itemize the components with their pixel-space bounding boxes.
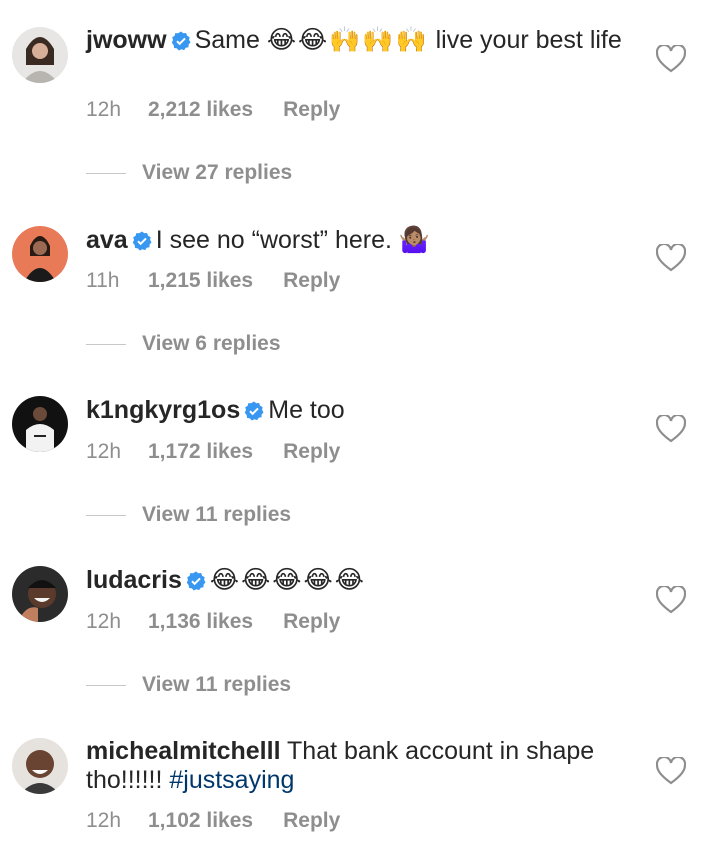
avatar-k1ngkyrg1os[interactable] xyxy=(12,396,68,452)
reply-button[interactable]: Reply xyxy=(283,440,340,464)
timestamp[interactable]: 12h xyxy=(86,610,148,634)
view-replies-button[interactable]: View 11 replies xyxy=(86,503,291,527)
comment-text: michealmitchelll That bank account in sh… xyxy=(86,737,646,795)
verified-badge-icon xyxy=(186,569,206,591)
likes-count[interactable]: 1,136 likes xyxy=(148,610,253,634)
timestamp[interactable]: 12h xyxy=(86,98,148,122)
emoji-group: 😂😂😂😂😂 xyxy=(209,566,366,594)
comment-meta: 12h 1,102 likes Reply xyxy=(86,809,340,833)
divider-line xyxy=(86,172,126,174)
comment-meta: 12h 2,212 likes Reply xyxy=(86,98,340,122)
view-replies-button[interactable]: View 6 replies xyxy=(86,332,281,356)
timestamp[interactable]: 11h xyxy=(86,269,148,293)
reply-button[interactable]: Reply xyxy=(283,98,340,122)
emoji-group: 😂😂🙌🙌🙌 xyxy=(266,26,429,54)
avatar-ava[interactable] xyxy=(12,226,68,282)
likes-count[interactable]: 1,215 likes xyxy=(148,269,253,293)
verified-badge-icon xyxy=(132,229,152,251)
view-replies-label: View 27 replies xyxy=(142,161,293,184)
heart-outline-icon[interactable] xyxy=(656,757,686,785)
comment-text-segment: live your best life xyxy=(428,26,622,54)
view-replies-label: View 11 replies xyxy=(142,673,292,696)
avatar-jwoww[interactable] xyxy=(12,27,68,83)
avatar-ludacris[interactable] xyxy=(12,566,68,622)
comment-meta: 11h 1,215 likes Reply xyxy=(86,269,340,293)
hashtag-link[interactable]: #justsaying xyxy=(169,766,294,794)
view-replies-label: View 6 replies xyxy=(142,332,281,355)
view-replies-label: View 11 replies xyxy=(142,503,292,526)
reply-button[interactable]: Reply xyxy=(283,269,340,293)
divider-line xyxy=(86,343,126,345)
emoji-group: 🤷🏽‍♀️ xyxy=(398,226,433,254)
username-link[interactable]: ava xyxy=(86,226,128,254)
timestamp[interactable]: 12h xyxy=(86,809,148,833)
verified-badge-icon xyxy=(244,399,264,421)
reply-button[interactable]: Reply xyxy=(283,610,340,634)
likes-count[interactable]: 1,172 likes xyxy=(148,440,253,464)
comment-text-segment: Same xyxy=(194,26,267,54)
divider-line xyxy=(86,514,126,516)
username-link[interactable]: ludacris xyxy=(86,566,182,594)
divider-line xyxy=(86,684,126,686)
comment-text: ava I see no “worst” here. 🤷🏽‍♀️ xyxy=(86,226,646,255)
likes-count[interactable]: 1,102 likes xyxy=(148,809,253,833)
timestamp[interactable]: 12h xyxy=(86,440,148,464)
reply-button[interactable]: Reply xyxy=(283,809,340,833)
comment-text: jwoww Same 😂😂🙌🙌🙌 live your best life xyxy=(86,26,646,55)
comment-text-segment: I see no “worst” here. xyxy=(155,226,399,254)
heart-outline-icon[interactable] xyxy=(656,45,686,73)
username-link[interactable]: jwoww xyxy=(86,26,167,54)
username-link[interactable]: k1ngkyrg1os xyxy=(86,396,240,424)
verified-badge-icon xyxy=(171,29,191,51)
likes-count[interactable]: 2,212 likes xyxy=(148,98,253,122)
avatar-michealmitchelll[interactable] xyxy=(12,738,68,794)
view-replies-button[interactable]: View 11 replies xyxy=(86,673,291,697)
username-link[interactable]: michealmitchelll xyxy=(86,737,281,765)
comment-text: k1ngkyrg1os Me too xyxy=(86,396,646,425)
heart-outline-icon[interactable] xyxy=(656,586,686,614)
heart-outline-icon[interactable] xyxy=(656,244,686,272)
comment-text-segment: Me too xyxy=(268,396,345,424)
heart-outline-icon[interactable] xyxy=(656,415,686,443)
comment-meta: 12h 1,172 likes Reply xyxy=(86,440,340,464)
view-replies-button[interactable]: View 27 replies xyxy=(86,161,292,185)
comment-text: ludacris 😂😂😂😂😂 xyxy=(86,566,646,595)
comment-meta: 12h 1,136 likes Reply xyxy=(86,610,340,634)
